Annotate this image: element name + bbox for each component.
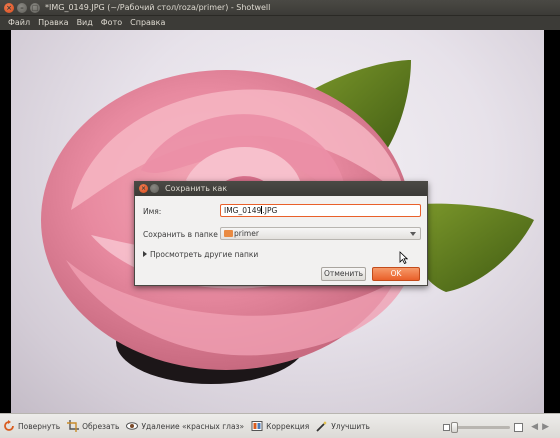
adjust-label: Коррекция [266,421,310,431]
folder-select[interactable]: primer [220,227,421,240]
close-icon[interactable]: × [4,3,14,13]
enhance-button[interactable]: Улучшить [316,420,370,432]
window-controls: × – □ [4,3,40,13]
menubar: Файл Правка Вид Фото Справка [0,16,560,30]
ok-button[interactable]: OK [372,267,420,281]
window-titlebar: × – □ *IMG_0149.JPG (~/Рабочий стол/roza… [0,0,560,16]
redeye-label: Удаление «красных глаз» [141,421,245,431]
dialog-title: Сохранить как [165,184,228,193]
adjust-button[interactable]: Коррекция [251,420,309,432]
folder-label: Сохранить в папке [143,230,218,239]
rotate-button[interactable]: Повернуть [3,420,60,432]
zoom-out-icon[interactable] [443,423,451,431]
previous-photo-icon[interactable]: ◀ [531,422,538,432]
next-photo-icon[interactable]: ▶ [542,422,549,432]
filename-text-start: IMG_0149 [224,206,262,215]
dialog-minimize-icon[interactable] [150,184,159,193]
rotate-label: Повернуть [18,421,61,431]
crop-label: Обрезать [82,421,120,431]
menu-file[interactable]: Файл [4,16,34,30]
menu-photo[interactable]: Фото [97,16,126,30]
cancel-button[interactable]: Отменить [321,267,366,281]
browse-folders-expander[interactable]: Просмотреть другие папки [143,250,258,259]
menu-help[interactable]: Справка [126,16,169,30]
eye-icon [126,422,139,430]
chevron-down-icon [410,232,416,236]
zoom-in-icon[interactable] [514,422,524,432]
viewer-margin-right [544,30,560,413]
menu-view[interactable]: Вид [73,16,97,30]
folder-select-value: primer [234,229,259,238]
window-title: *IMG_0149.JPG (~/Рабочий стол/roza/prime… [45,3,271,12]
dialog-titlebar: × Сохранить как [135,182,427,196]
minimize-icon[interactable]: – [17,3,27,13]
viewer-margin-left [0,30,11,413]
crop-icon [67,420,80,432]
mouse-pointer-icon [399,251,408,264]
filename-text-end: .JPG [262,206,278,215]
filename-input[interactable]: IMG_0149.JPG [220,204,421,217]
redeye-button[interactable]: Удаление «красных глаз» [126,420,244,432]
save-as-dialog: × Сохранить как Имя: IMG_0149.JPG Сохран… [134,181,428,286]
maximize-icon[interactable]: □ [30,3,40,13]
name-label: Имя: [143,207,162,216]
expander-arrow-icon [143,251,147,257]
dialog-close-icon[interactable]: × [139,184,148,193]
magic-wand-icon [316,421,328,432]
adjust-icon [251,421,263,431]
zoom-slider-thumb[interactable] [451,421,459,433]
rotate-icon [4,420,14,431]
edit-toolbar: Повернуть Обрезать Удаление «красных гла… [0,413,560,438]
enhance-label: Улучшить [331,421,370,431]
zoom-slider[interactable] [451,421,511,433]
menu-edit[interactable]: Правка [34,16,72,30]
crop-button[interactable]: Обрезать [67,420,119,432]
browse-folders-label: Просмотреть другие папки [150,250,259,259]
zoom-control: ◀ ▶ [443,421,549,433]
folder-icon [224,230,233,237]
